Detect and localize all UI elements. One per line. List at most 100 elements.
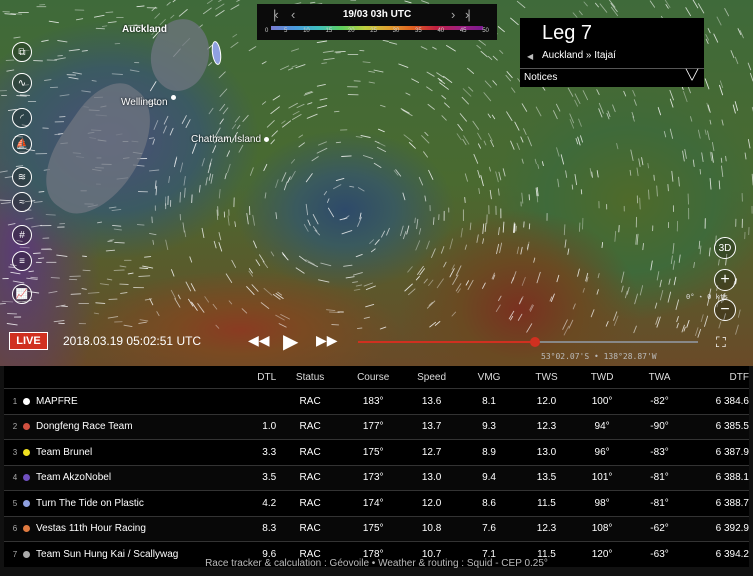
cell-dtf: 6 385.5	[715, 421, 749, 433]
team-name: Turn The Tide on Plastic	[36, 497, 144, 509]
header-dtl[interactable]: DTL	[215, 372, 276, 383]
fullscreen-icon[interactable]: ⛶	[716, 334, 726, 351]
forecast-time-bar: |‹ ‹ 19/03 03h UTC › ›| 0 5 10 15 20 25 30 35 40…	[257, 4, 497, 40]
pressure-icon: ≡	[19, 255, 25, 267]
trajectory-icon: ◜	[20, 112, 24, 124]
notices-dropdown[interactable]: Notices	[524, 72, 557, 83]
team-name: MAPFRE	[36, 395, 78, 407]
team-color-dot	[17, 550, 36, 558]
table-row[interactable]: 2 Dongfeng Race Team 1.0 RAC 177° 13.7 9.3 12.3…	[4, 413, 749, 439]
cell-dtf: 6 392.9	[715, 523, 749, 535]
table-row[interactable]: 6 Vestas 11th Hour Racing 8.3 RAC 175° 10.8 7.…	[4, 515, 749, 541]
table-row[interactable]: 5 Turn The Tide on Plastic 4.2 RAC 174° 12.0 8…	[4, 490, 749, 516]
wind-icon: ≋	[17, 171, 27, 183]
header-tws[interactable]: TWS	[517, 372, 575, 383]
live-button[interactable]: LIVE	[9, 332, 48, 350]
route-icon: ∿	[17, 77, 27, 89]
team-color-dot	[17, 525, 36, 533]
header-course[interactable]: Course	[344, 372, 402, 383]
cell-dtl: 8.3	[262, 523, 277, 535]
previous-leg-icon[interactable]: ◀	[527, 52, 533, 61]
pressure-tool-button[interactable]: ≡	[12, 251, 32, 271]
rewind-icon[interactable]: ◀◀	[248, 332, 270, 349]
chart-icon: 📈	[15, 288, 29, 300]
rank: 5	[12, 498, 18, 508]
cell-twa: -62°	[650, 523, 669, 535]
current-tool-button[interactable]: ≈	[12, 192, 32, 212]
cell-course: 175°	[362, 523, 384, 535]
team-color-dot	[17, 499, 36, 507]
layers-tool-button[interactable]: ⧉	[12, 42, 32, 62]
trajectory-tool-button[interactable]: ◜	[12, 108, 32, 128]
table-row[interactable]: 4 Team AkzoNobel 3.5 RAC 173° 13.0 9.4 13.5 101°…	[4, 464, 749, 490]
header-twa[interactable]: TWA	[628, 372, 690, 383]
wind-tool-button[interactable]: ≋	[12, 167, 32, 187]
cell-status: RAC	[299, 497, 321, 509]
cell-twd: 100°	[591, 395, 613, 407]
cell-course: 173°	[362, 472, 384, 484]
cell-twa: -81°	[650, 497, 669, 509]
rank: 6	[12, 524, 18, 534]
team-name: Team AkzoNobel	[36, 472, 112, 484]
header-status[interactable]: Status	[276, 372, 344, 383]
cell-tws: 12.3	[536, 421, 557, 433]
chevron-down-icon[interactable]: ╲╱	[686, 70, 698, 81]
place-auckland: Auckland	[122, 24, 168, 35]
cell-tws: 13.0	[536, 446, 557, 458]
leg-title: Leg 7	[542, 22, 593, 44]
table-row[interactable]: 1 MAPFRE RAC 183° 13.6 8.1 12.0 100° -82° 6 384.6	[4, 388, 749, 414]
cell-dtl: 3.3	[262, 446, 277, 458]
team-color-dot	[17, 474, 36, 482]
cell-dtf: 6 388.7	[715, 497, 749, 509]
place-dot-wellington	[171, 95, 176, 100]
chart-tool-button[interactable]: 📈	[12, 284, 32, 304]
header-speed[interactable]: Speed	[402, 372, 460, 383]
rank: 1	[12, 396, 18, 406]
cell-tws: 12.3	[536, 523, 557, 535]
route-tool-button[interactable]: ∿	[12, 73, 32, 93]
cell-tws: 13.5	[536, 472, 557, 484]
grid-tool-button[interactable]: #	[12, 225, 32, 245]
cell-vmg: 7.6	[482, 523, 496, 535]
header-twd[interactable]: TWD	[576, 372, 629, 383]
credits-footer: Race tracker & calculation : Géovoile • …	[205, 558, 548, 569]
team-color-dot	[17, 448, 36, 456]
cell-dtl: 4.2	[262, 497, 277, 509]
header-vmg[interactable]: VMG	[461, 372, 518, 383]
cell-status: RAC	[299, 446, 321, 458]
fast-forward-icon[interactable]: ▶▶	[316, 332, 338, 349]
cell-twd: 98°	[594, 497, 610, 509]
timeline-progress	[358, 341, 535, 343]
zoom-out-button[interactable]: −	[714, 299, 736, 321]
cell-dtf: 6 388.1	[715, 472, 749, 484]
cell-speed: 12.7	[421, 446, 442, 458]
step-forward-fast-button[interactable]: ›|	[465, 7, 471, 22]
leg-panel: Leg 7 ◀ Auckland » Itajaí Notices ╲╱	[520, 18, 704, 87]
boat-tool-button[interactable]: ⛵	[12, 134, 32, 154]
cell-twa: -82°	[650, 395, 669, 407]
table-row[interactable]: 3 Team Brunel 3.3 RAC 175° 12.7 8.9 13.0 96° -83°…	[4, 439, 749, 465]
cell-vmg: 8.9	[482, 446, 496, 458]
timeline-handle[interactable]	[529, 337, 540, 347]
view-3d-button[interactable]: 3D	[714, 237, 736, 259]
cell-course: 174°	[362, 497, 384, 509]
cell-twd: 96°	[594, 446, 610, 458]
header-dtf[interactable]: DTF	[691, 372, 749, 383]
cell-twd: 108°	[591, 523, 613, 535]
cell-twd: 94°	[594, 421, 610, 433]
cell-course: 183°	[362, 395, 384, 407]
team-color-dot	[17, 423, 36, 431]
cell-course: 175°	[362, 446, 384, 458]
map-view[interactable]: Auckland Wellington Chatham Island ⧉ ∿ ◜…	[0, 0, 753, 366]
play-icon[interactable]: ▶	[283, 329, 298, 354]
timeline-slider[interactable]	[358, 337, 698, 347]
step-forward-button[interactable]: ›	[451, 7, 456, 22]
cell-twa: -90°	[650, 421, 669, 433]
cell-status: RAC	[299, 523, 321, 535]
rank: 2	[12, 422, 18, 432]
cell-speed: 12.0	[421, 497, 442, 509]
cell-twa: -81°	[650, 472, 669, 484]
team-name: Dongfeng Race Team	[36, 421, 133, 433]
cell-tws: 11.5	[537, 497, 556, 509]
zoom-in-button[interactable]: +	[714, 269, 736, 291]
